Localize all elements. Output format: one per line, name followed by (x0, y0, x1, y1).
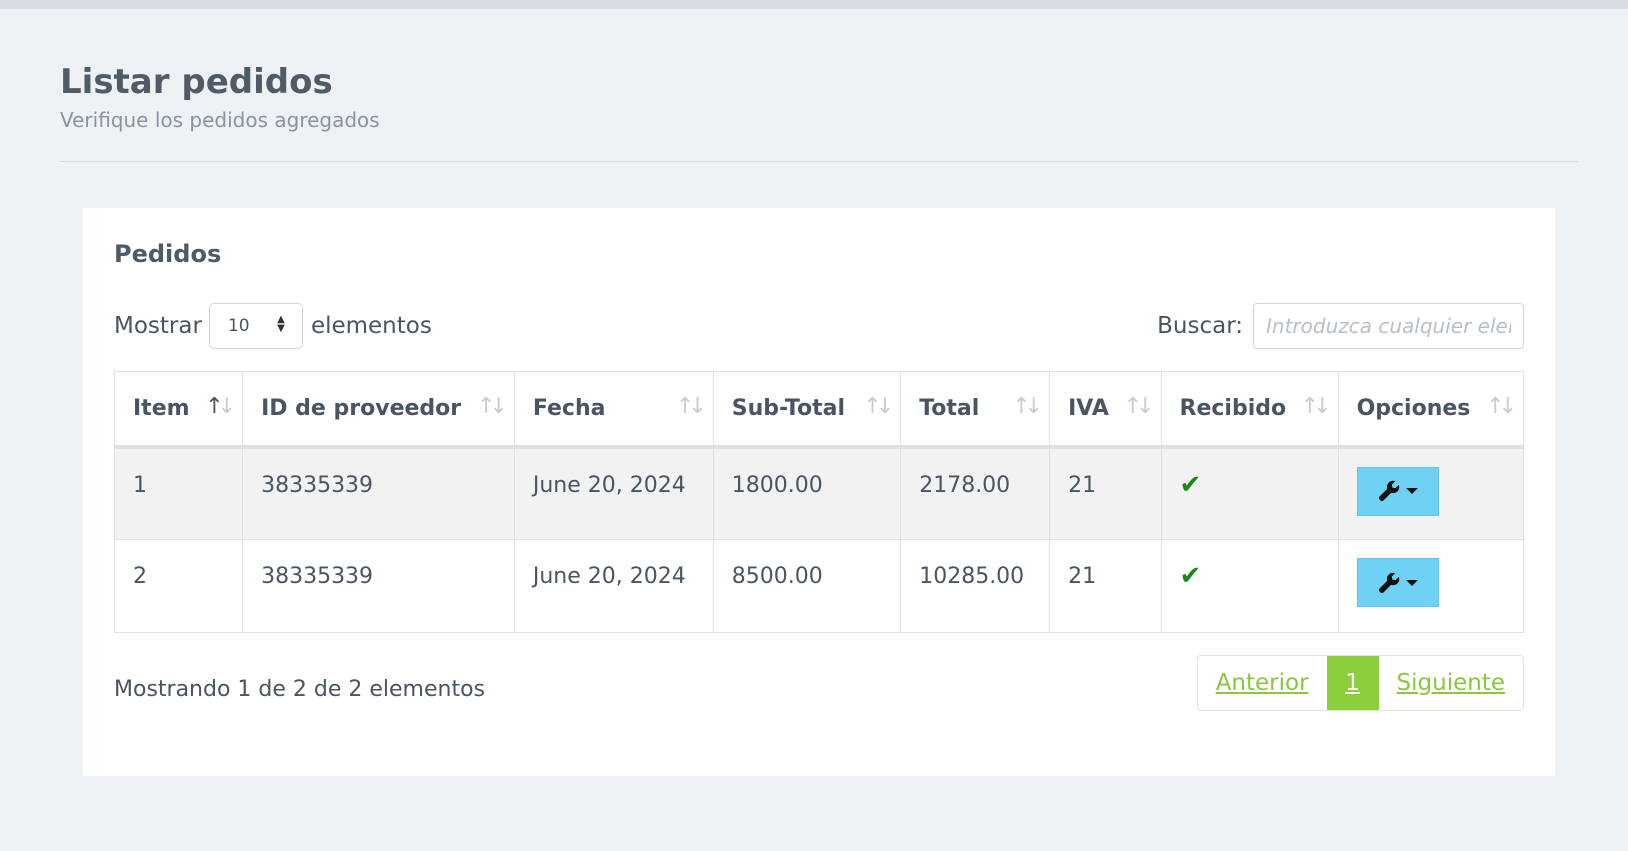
top-bar (0, 0, 1628, 9)
cell-fecha: June 20, 2024 (513, 539, 714, 633)
page-header: Listar pedidos Verifique los pedidos agr… (60, 60, 1578, 134)
sort-icon: ↑↓ (1123, 394, 1155, 419)
column-header-iva[interactable]: IVA ↑↓ (1049, 371, 1162, 449)
wrench-icon (1378, 572, 1399, 593)
sort-icon: ↑↓ (675, 394, 707, 419)
column-header-recibido[interactable]: Recibido ↑↓ (1160, 371, 1339, 449)
sort-icon: ↑↓ (205, 394, 236, 419)
check-icon: ✔ (1179, 561, 1202, 591)
sort-icon: ↑↓ (1012, 394, 1043, 419)
column-header-label: Fecha (532, 395, 606, 421)
cell-proveedor: 38335339 (242, 446, 515, 540)
sort-icon: ↑↓ (477, 394, 508, 419)
length-suffix-label: elementos (310, 313, 432, 339)
table-row: 1 38335339 June 20, 2024 1800.00 2178.00… (113, 446, 1525, 540)
column-header-fecha[interactable]: Fecha ↑↓ (513, 371, 714, 449)
column-header-total[interactable]: Total ↑↓ (900, 371, 1051, 449)
table-info: Mostrando 1 de 2 de 2 elementos (114, 677, 486, 702)
cell-recibido: ✔ (1160, 539, 1339, 633)
cell-iva: 21 (1049, 539, 1162, 633)
pagination: Anterior 1 Siguiente (1196, 655, 1524, 711)
search-input[interactable] (1253, 303, 1524, 349)
column-header-label: IVA (1068, 395, 1109, 421)
sort-icon: ↑↓ (1300, 394, 1332, 419)
cell-iva: 21 (1049, 446, 1162, 540)
pagination-page-1[interactable]: 1 (1326, 656, 1379, 710)
page-length-control: Mostrar 10 ▲ ▼ elementos (114, 302, 432, 350)
column-header-label: Item (133, 395, 190, 421)
header-divider (60, 161, 1578, 162)
page-title: Listar pedidos (60, 62, 333, 102)
pagination-previous[interactable]: Anterior (1198, 656, 1327, 710)
card-title: Pedidos (114, 240, 222, 268)
column-header-proveedor[interactable]: ID de proveedor ↑↓ (242, 371, 515, 449)
column-header-opciones[interactable]: Opciones ↑↓ (1337, 371, 1525, 449)
check-icon: ✔ (1179, 469, 1202, 500)
search-control: Buscar: (1157, 302, 1524, 350)
page-length-value: 10 (227, 316, 250, 336)
sort-icon: ↑↓ (1486, 394, 1517, 419)
pagination-next[interactable]: Siguiente (1379, 656, 1523, 710)
column-header-label: Opciones (1356, 395, 1471, 421)
column-header-item[interactable]: Item ↑↓ (113, 371, 244, 449)
page-length-select[interactable]: 10 ▲ ▼ (208, 303, 303, 349)
select-arrows-icon: ▲ ▼ (277, 314, 285, 334)
cell-subtotal: 8500.00 (712, 539, 902, 633)
cell-recibido: ✔ (1160, 446, 1339, 540)
table-header-row: Item ↑↓ ID de proveedor ↑↓ Fecha ↑↓ Sub-… (113, 371, 1525, 449)
cell-subtotal: 1800.00 (712, 446, 902, 540)
options-dropdown-button[interactable] (1356, 558, 1439, 607)
wrench-icon (1378, 480, 1399, 502)
page-subtitle: Verifique los pedidos agregados (60, 108, 380, 132)
cell-total: 2178.00 (900, 446, 1051, 540)
table-row: 2 38335339 June 20, 2024 8500.00 10285.0… (113, 539, 1525, 633)
column-header-label: Sub-Total (731, 395, 846, 421)
cell-item: 2 (113, 539, 244, 633)
cell-opciones (1337, 446, 1525, 540)
search-label: Buscar: (1157, 313, 1243, 339)
length-prefix-label: Mostrar (114, 313, 202, 339)
chevron-down-icon (1405, 579, 1418, 586)
orders-card: Pedidos Mostrar 10 ▲ ▼ elementos Buscar: … (83, 208, 1555, 776)
column-header-label: Total (919, 395, 980, 421)
column-header-label: Recibido (1179, 395, 1287, 421)
cell-opciones (1337, 539, 1525, 633)
cell-item: 1 (113, 446, 244, 540)
options-dropdown-button[interactable] (1356, 466, 1439, 516)
cell-proveedor: 38335339 (242, 539, 515, 633)
cell-total: 10285.00 (900, 539, 1051, 633)
column-header-subtotal[interactable]: Sub-Total ↑↓ (712, 371, 902, 449)
sort-icon: ↑↓ (863, 394, 894, 419)
cell-fecha: June 20, 2024 (513, 446, 714, 540)
column-header-label: ID de proveedor (261, 395, 462, 421)
orders-table: Item ↑↓ ID de proveedor ↑↓ Fecha ↑↓ Sub-… (113, 371, 1525, 633)
chevron-down-icon (1405, 488, 1418, 494)
